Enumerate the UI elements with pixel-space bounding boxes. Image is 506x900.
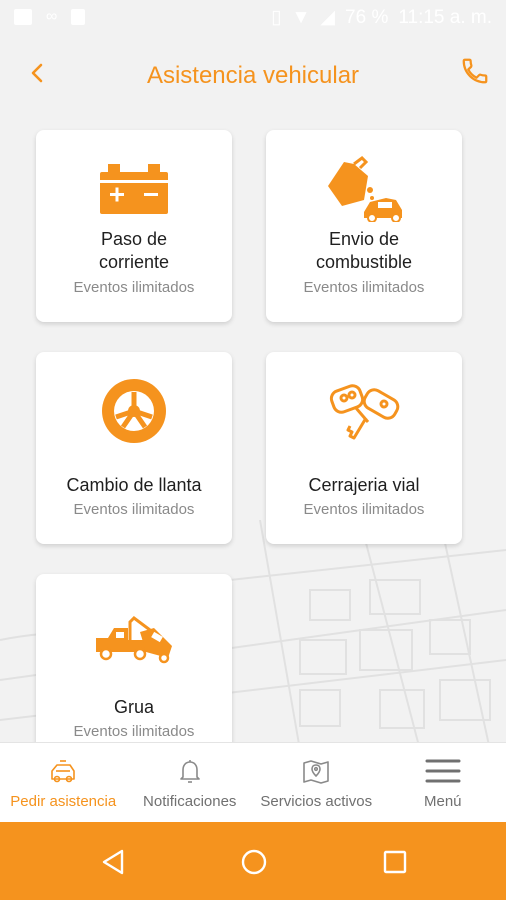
phone-icon — [462, 58, 488, 84]
home-circle-icon[interactable] — [240, 848, 268, 876]
voicemail-icon: ∞ — [46, 8, 58, 25]
service-name: Cambio de llanta — [66, 475, 202, 495]
system-status: ▯ ▼ ◢ 76 % 11:15 a. m. — [271, 6, 492, 29]
nav-label: Menú — [423, 793, 462, 810]
service-subtitle: Eventos ilimitados — [303, 279, 425, 296]
tow-truck-icon — [96, 616, 172, 664]
notification-icons: ∞ — [14, 8, 86, 26]
page-title: Asistencia vehicular — [146, 62, 360, 89]
bottom-navigation: Pedir asistencia Notificaciones Servicio… — [0, 742, 506, 822]
sd-card-icon — [71, 9, 86, 25]
vibrate-icon: ▯ — [271, 7, 282, 28]
nav-label: Servicios activos — [260, 793, 373, 810]
signal-icon: ◢ — [320, 7, 336, 28]
service-subtitle: Eventos ilimitados — [73, 501, 195, 518]
call-button[interactable] — [460, 56, 490, 86]
service-card-cambio-de-llanta[interactable]: Cambio de llanta Eventos ilimitados — [36, 352, 232, 544]
service-subtitle: Eventos ilimitados — [73, 279, 195, 296]
service-name: Cerrajeria vial — [308, 475, 420, 495]
status-bar: ∞ ▯ ▼ ◢ 76 % 11:15 a. m. — [0, 0, 506, 34]
car-assist-icon — [51, 760, 76, 783]
battery-level: 76 % — [345, 6, 389, 28]
recents-square-icon[interactable] — [382, 848, 408, 876]
battery-icon — [100, 164, 168, 214]
car-keys-icon — [329, 384, 400, 440]
nav-notificaciones[interactable]: Notificaciones — [127, 743, 254, 822]
image-notification-icon — [14, 9, 32, 25]
bell-icon — [179, 760, 200, 783]
hamburger-menu-icon — [425, 759, 461, 783]
nav-menu[interactable]: Menú — [380, 743, 506, 822]
system-navigation-bar — [0, 822, 506, 900]
wifi-icon: ▼ — [291, 6, 311, 28]
nav-label: Pedir asistencia — [10, 793, 117, 810]
service-name-line2: combustible — [315, 252, 413, 272]
service-name: Paso de corriente — [42, 228, 226, 274]
nav-pedir-asistencia[interactable]: Pedir asistencia — [0, 743, 127, 822]
service-subtitle: Eventos ilimitados — [303, 501, 425, 518]
service-name: Envio de combustible — [272, 228, 456, 274]
back-triangle-icon[interactable] — [100, 848, 126, 876]
service-subtitle: Eventos ilimitados — [73, 723, 195, 740]
service-name-line1: Envio de — [328, 229, 400, 249]
nav-servicios-activos[interactable]: Servicios activos — [253, 743, 380, 822]
service-card-cerrajeria-vial[interactable]: Cerrajeria vial Eventos ilimitados — [266, 352, 462, 544]
service-card-grua[interactable]: Grua Eventos ilimitados — [36, 574, 232, 754]
nav-label: Notificaciones — [143, 793, 237, 810]
service-card-envio-de-combustible[interactable]: Envio de combustible Eventos ilimitados — [266, 130, 462, 322]
tire-icon — [102, 379, 166, 443]
app-header: Asistencia vehicular — [0, 34, 506, 118]
service-name: Grua — [113, 697, 155, 717]
service-card-paso-de-corriente[interactable]: Paso de corriente Eventos ilimitados — [36, 130, 232, 322]
service-name-line1: Paso de — [100, 229, 168, 249]
fuel-can-icon — [328, 156, 402, 222]
service-name-line2: corriente — [98, 252, 170, 272]
map-pin-icon — [303, 760, 330, 784]
clock: 11:15 a. m. — [398, 6, 492, 28]
